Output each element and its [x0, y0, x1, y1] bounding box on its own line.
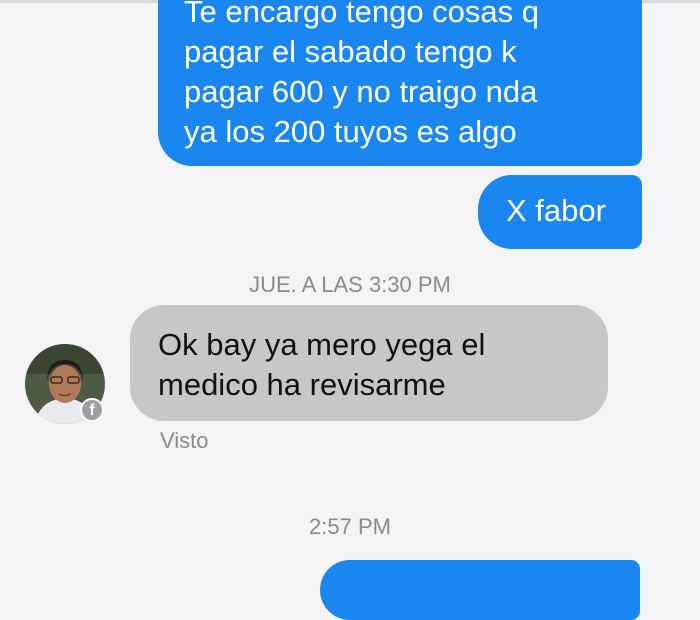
message-timestamp: 2:57 PM [309, 514, 391, 539]
message-text: X fabor [506, 193, 606, 228]
message-line: Ok bay ya mero yega el [158, 327, 486, 362]
outgoing-message-bubble[interactable]: X fabor [478, 175, 642, 249]
seen-status: Visto [160, 428, 209, 453]
incoming-message-bubble[interactable]: Ok bay ya mero yega el medico ha revisar… [130, 305, 608, 421]
facebook-icon: f [80, 398, 104, 422]
message-line: ya los 200 tuyos es algo [184, 114, 517, 149]
message-timestamp: JUE. A LAS 3:30 PM [249, 272, 451, 297]
message-line: Te encargo tengo cosas q [184, 0, 540, 29]
outgoing-message-bubble[interactable]: Te encargo tengo cosas q pagar el sabado… [158, 0, 642, 166]
message-line: pagar el sabado tengo k [184, 34, 517, 69]
outgoing-message-bubble[interactable] [320, 560, 640, 620]
message-line: pagar 600 y no traigo nda [184, 74, 538, 109]
message-line: medico ha revisarme [158, 367, 446, 402]
